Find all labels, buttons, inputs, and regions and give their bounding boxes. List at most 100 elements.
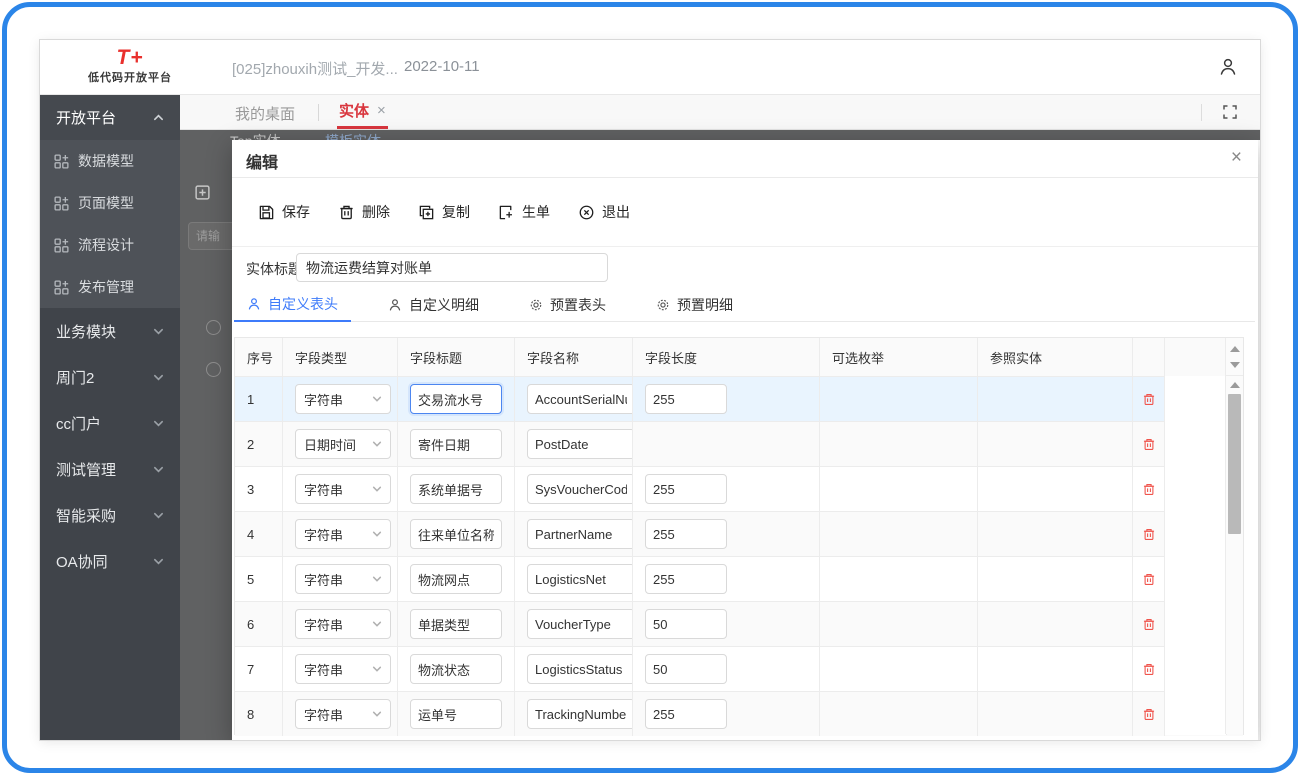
sidebar-group-测试管理[interactable]: 测试管理: [40, 446, 180, 492]
scroll-down-icon[interactable]: [1230, 362, 1240, 368]
field-type-select[interactable]: 字符串: [295, 699, 391, 729]
field-name-input[interactable]: [527, 519, 632, 549]
table-row[interactable]: 4 字符串: [235, 511, 1243, 556]
grid-scrollbar[interactable]: [1225, 338, 1243, 734]
cell-field-title: [398, 647, 515, 691]
table-row[interactable]: 6 字符串: [235, 601, 1243, 646]
tab-close-icon[interactable]: ×: [377, 102, 386, 119]
field-type-select[interactable]: 字符串: [295, 384, 391, 414]
cell-reference-entity: [978, 557, 1133, 601]
delete-row-icon[interactable]: [1142, 482, 1156, 497]
tab-preset-header[interactable]: 预置表头: [516, 288, 619, 322]
field-length-input[interactable]: [645, 564, 727, 594]
field-name-input[interactable]: [527, 474, 632, 504]
fullscreen-icon[interactable]: [1222, 104, 1238, 120]
tab-my-desktop[interactable]: 我的桌面: [235, 103, 295, 124]
copy-label: 复制: [442, 204, 470, 220]
table-row[interactable]: 2 日期时间: [235, 421, 1243, 466]
sidebar-item-数据模型[interactable]: 数据模型: [40, 140, 180, 182]
table-row[interactable]: 1 字符串: [235, 376, 1243, 421]
delete-row-icon[interactable]: [1142, 572, 1156, 587]
delete-row-icon[interactable]: [1142, 437, 1156, 452]
tab-custom-detail[interactable]: 自定义明细: [375, 288, 492, 322]
cell-field-length: [633, 422, 820, 466]
sidebar-group-cc门户[interactable]: cc门户: [40, 400, 180, 446]
column-header: 参照实体: [978, 338, 1133, 376]
sidebar-group-业务模块[interactable]: 业务模块: [40, 308, 180, 354]
field-length-input[interactable]: [645, 609, 727, 639]
exit-button[interactable]: 退出: [578, 202, 630, 222]
field-title-input[interactable]: [410, 429, 502, 459]
close-icon[interactable]: ×: [1231, 147, 1242, 169]
cell-optional-enum: [820, 602, 978, 646]
copy-button[interactable]: 复制: [418, 202, 470, 222]
sidebar-item-流程设计[interactable]: 流程设计: [40, 224, 180, 266]
tab-preset-detail[interactable]: 预置明细: [643, 288, 746, 322]
cell-row-actions: [1133, 557, 1165, 601]
sidebar-group-platform[interactable]: 开放平台: [40, 95, 180, 140]
field-title-input[interactable]: [410, 474, 502, 504]
field-title-input[interactable]: [410, 384, 502, 414]
field-length-input[interactable]: [645, 699, 727, 729]
field-name-input[interactable]: [527, 429, 632, 459]
scrollbar-thumb[interactable]: [1228, 394, 1241, 534]
sidebar-platform-label: 开放平台: [56, 110, 117, 127]
field-name-input[interactable]: [527, 564, 632, 594]
generate-order-button[interactable]: 生单: [498, 202, 550, 222]
field-title-input[interactable]: [410, 654, 502, 684]
field-type-select[interactable]: 字符串: [295, 474, 391, 504]
field-type-select[interactable]: 字符串: [295, 564, 391, 594]
delete-row-icon[interactable]: [1142, 392, 1156, 407]
sidebar-submenu: 数据模型 页面模型 流程设计发布管理: [40, 140, 180, 308]
field-name-input[interactable]: [527, 699, 632, 729]
scroll-up-icon[interactable]: [1230, 346, 1240, 352]
field-type-value: 字符串: [304, 662, 344, 678]
field-type-value: 字符串: [304, 617, 344, 633]
table-row[interactable]: 7 字符串: [235, 646, 1243, 691]
table-row[interactable]: 3 字符串: [235, 466, 1243, 511]
field-length-input[interactable]: [645, 519, 727, 549]
sidebar-item-发布管理[interactable]: 发布管理: [40, 266, 180, 308]
delete-row-icon[interactable]: [1142, 617, 1156, 632]
field-name-input[interactable]: [527, 654, 632, 684]
sidebar-item-label: 发布管理: [78, 279, 134, 295]
field-length-input[interactable]: [645, 474, 727, 504]
field-title-input[interactable]: [410, 699, 502, 729]
delete-button[interactable]: 删除: [338, 202, 390, 222]
sidebar-group-智能采购[interactable]: 智能采购: [40, 492, 180, 538]
save-button[interactable]: 保存: [258, 202, 310, 222]
field-length-input[interactable]: [645, 384, 727, 414]
field-name-input[interactable]: [527, 384, 632, 414]
delete-label: 删除: [362, 204, 390, 220]
modal-title: 编辑: [246, 155, 279, 172]
field-type-select[interactable]: 字符串: [295, 519, 391, 549]
field-type-select[interactable]: 字符串: [295, 609, 391, 639]
sidebar-item-页面模型[interactable]: 页面模型: [40, 182, 180, 224]
field-name-input[interactable]: [527, 609, 632, 639]
app-logo: T+ 低代码开放平台: [70, 47, 190, 85]
save-icon: [259, 205, 274, 219]
tab-custom-header[interactable]: 自定义表头: [234, 288, 351, 322]
user-icon: [248, 298, 260, 310]
user-icon[interactable]: [1218, 57, 1238, 77]
column-header: 字段类型: [283, 338, 398, 376]
field-title-input[interactable]: [410, 609, 502, 639]
scroll-up-icon[interactable]: [1230, 382, 1240, 388]
delete-row-icon[interactable]: [1142, 662, 1156, 677]
cell-optional-enum: [820, 377, 978, 421]
field-title-input[interactable]: [410, 519, 502, 549]
delete-row-icon[interactable]: [1142, 527, 1156, 542]
table-row[interactable]: 5 字符串: [235, 556, 1243, 601]
sidebar-group-label: cc门户: [56, 415, 102, 433]
delete-row-icon[interactable]: [1142, 707, 1156, 722]
sidebar-group-周门2[interactable]: 周门2: [40, 354, 180, 400]
tab-entity[interactable]: 实体 ×: [337, 95, 388, 129]
field-title-input[interactable]: [410, 564, 502, 594]
entity-title-input[interactable]: [296, 253, 608, 282]
field-type-select[interactable]: 日期时间: [295, 429, 391, 459]
field-type-select[interactable]: 字符串: [295, 654, 391, 684]
field-grid: 序号字段类型字段标题字段名称字段长度可选枚举参照实体 1 字符串 2 日期时间: [234, 337, 1244, 736]
table-row[interactable]: 8 字符串: [235, 691, 1243, 736]
field-length-input[interactable]: [645, 654, 727, 684]
sidebar-group-OA协同[interactable]: OA协同: [40, 538, 180, 584]
